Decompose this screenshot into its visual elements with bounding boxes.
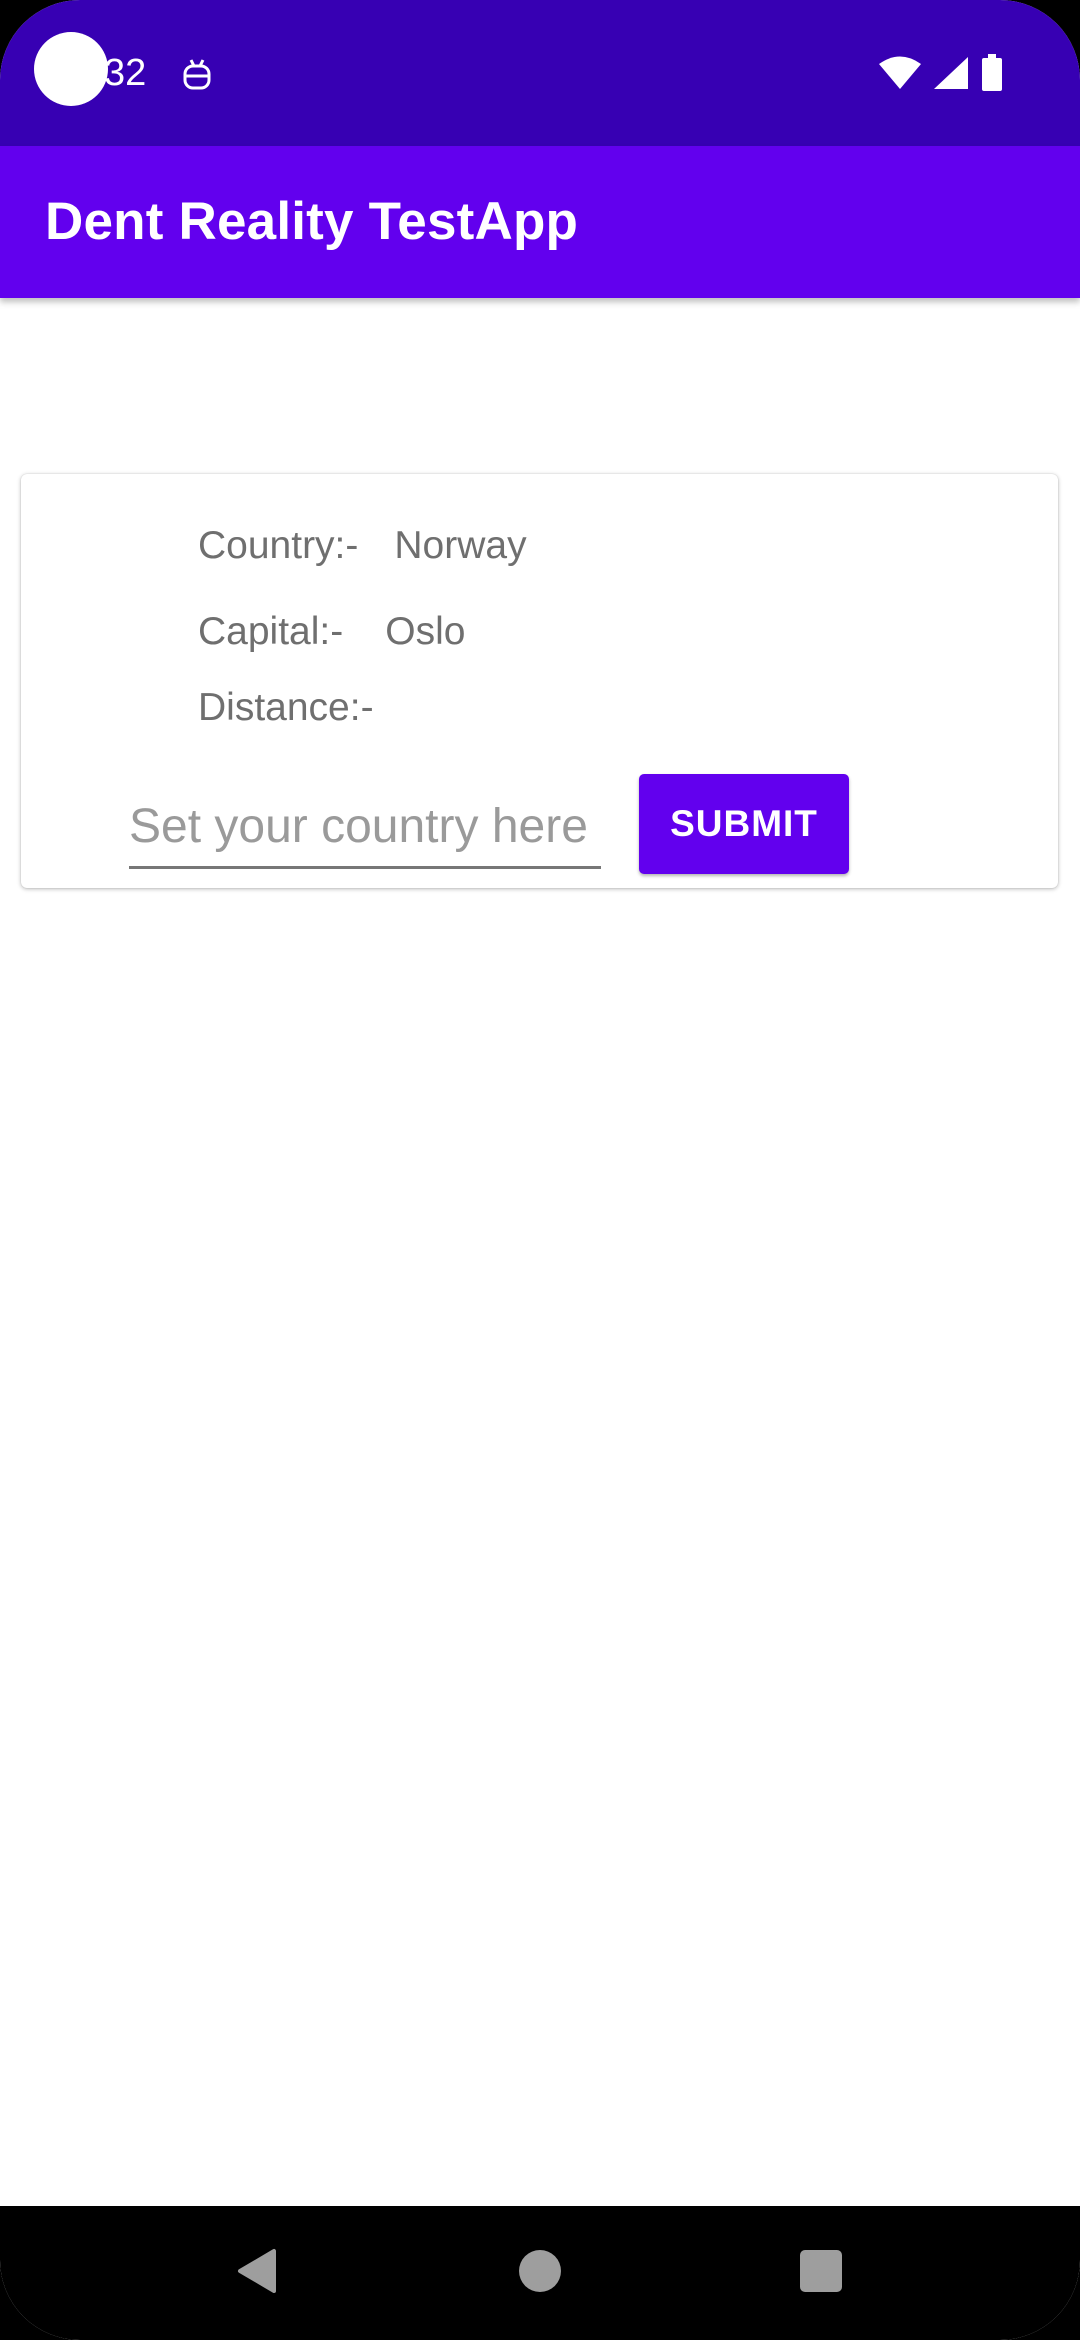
signal-icon — [932, 55, 970, 96]
wifi-icon — [878, 55, 922, 96]
recents-icon — [799, 2249, 843, 2298]
distance-row: Distance:- — [198, 684, 374, 732]
app-title: Dent Reality TestApp — [45, 192, 579, 251]
country-info-card: Country:- Norway Capital:- Oslo Distance:-… — [21, 474, 1058, 888]
submit-button[interactable]: SUBMIT — [639, 774, 849, 874]
back-button[interactable] — [196, 2206, 316, 2340]
country-input[interactable] — [129, 790, 601, 862]
home-button[interactable] — [480, 2206, 600, 2340]
country-row: Country:- Norway — [198, 522, 527, 570]
back-icon — [234, 2247, 278, 2300]
capital-label: Capital:- — [198, 610, 344, 653]
camera-cutout — [34, 32, 108, 106]
navigation-bar — [0, 2206, 1080, 2340]
phone-screen: 32 Dent Reality TestApp Country:- Norway… — [0, 0, 1080, 2340]
country-input-wrapper — [129, 790, 601, 869]
recents-button[interactable] — [761, 2206, 881, 2340]
app-bar: Dent Reality TestApp — [0, 146, 1080, 298]
country-value: Norway — [394, 524, 527, 567]
status-time: 32 — [104, 52, 147, 94]
battery-icon — [980, 54, 1004, 97]
capital-row: Capital:- Oslo — [198, 608, 465, 656]
country-label: Country:- — [198, 524, 359, 567]
notification-icon — [180, 56, 214, 94]
capital-value: Oslo — [385, 610, 466, 653]
distance-label: Distance:- — [198, 686, 374, 729]
status-bar: 32 — [0, 0, 1080, 146]
status-icons — [878, 54, 1004, 97]
home-icon — [518, 2249, 562, 2298]
